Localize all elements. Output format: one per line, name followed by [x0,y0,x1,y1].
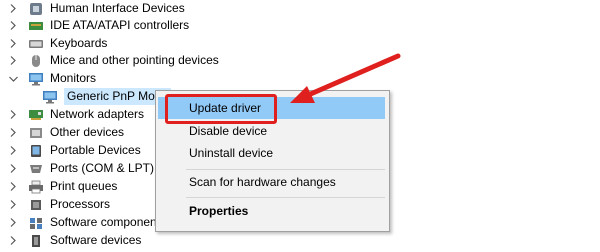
tree-item-software-components[interactable]: Software components [8,214,166,231]
tree-item-label: Keyboards [50,36,108,50]
chevron-down-icon[interactable] [8,70,18,87]
tree-item-label: Software devices [50,233,142,247]
tree-item-other-devices[interactable]: Other devices [8,124,124,141]
tree-item-label: Ports (COM & LPT) [50,161,155,175]
chevron-right-icon[interactable] [8,0,18,17]
chevron-right-icon[interactable] [8,124,18,141]
tree-item-label: Print queues [50,179,118,193]
tree-item-label: Other devices [50,125,125,139]
keyboard-icon [28,37,44,51]
tree-item-label: Portable Devices [50,143,141,157]
chevron-right-icon[interactable] [8,160,18,177]
software-device-icon [28,234,44,248]
network-adapter-icon [28,108,44,122]
tree-item-monitors[interactable]: Monitors [8,70,96,87]
chevron-right-icon[interactable] [8,52,18,69]
menu-separator [186,169,385,170]
tree-item-generic-pnp-monitor[interactable]: Generic PnP Monit [42,88,171,105]
tree-item-label: Mice and other pointing devices [50,53,219,67]
tree-item-processors[interactable]: Processors [8,196,110,213]
tree-item-label: Processors [50,197,111,211]
menu-separator [186,197,385,198]
tree-item-keyboards[interactable]: Keyboards [8,35,107,52]
tree-item-portable-devices[interactable]: Portable Devices [8,142,141,159]
chevron-right-icon[interactable] [8,35,18,52]
menu-item-uninstall-device[interactable]: Uninstall device [158,142,385,164]
tree-item-label: Human Interface Devices [50,1,185,15]
tree-item-mice[interactable]: Mice and other pointing devices [8,52,219,69]
tree-item-label: Software components [50,215,167,229]
chevron-right-icon[interactable] [8,106,18,123]
tree-item-ide-ata-atapi-controllers[interactable]: IDE ATA/ATAPI controllers [8,17,189,34]
chevron-right-icon[interactable] [8,232,18,249]
monitor-icon [28,72,44,86]
tree-item-label: Network adapters [50,107,145,121]
tree-item-label: IDE ATA/ATAPI controllers [50,18,190,32]
printer-icon [28,180,44,194]
tree-item-ports[interactable]: Ports (COM & LPT) [8,160,154,177]
menu-item-properties[interactable]: Properties [158,200,385,222]
ide-controller-icon [28,19,44,33]
chevron-right-icon[interactable] [8,214,18,231]
processor-icon [28,198,44,212]
tree-item-human-interface-devices[interactable]: Human Interface Devices [8,0,185,17]
tree-item-network-adapters[interactable]: Network adapters [8,106,144,123]
chevron-right-icon[interactable] [8,178,18,195]
tree-item-label: Monitors [50,71,97,85]
monitor-icon [42,90,58,104]
portable-device-icon [28,144,44,158]
port-icon [28,162,44,176]
annotation-highlight-box [165,94,277,124]
chevron-right-icon[interactable] [8,17,18,34]
hid-icon [28,2,44,16]
mouse-icon [28,54,44,68]
tree-item-print-queues[interactable]: Print queues [8,178,117,195]
menu-item-scan-hardware[interactable]: Scan for hardware changes [158,171,385,193]
software-component-icon [28,216,44,230]
other-devices-icon [28,126,44,140]
chevron-right-icon[interactable] [8,142,18,159]
tree-item-software-devices[interactable]: Software devices [8,232,141,249]
chevron-right-icon[interactable] [8,196,18,213]
